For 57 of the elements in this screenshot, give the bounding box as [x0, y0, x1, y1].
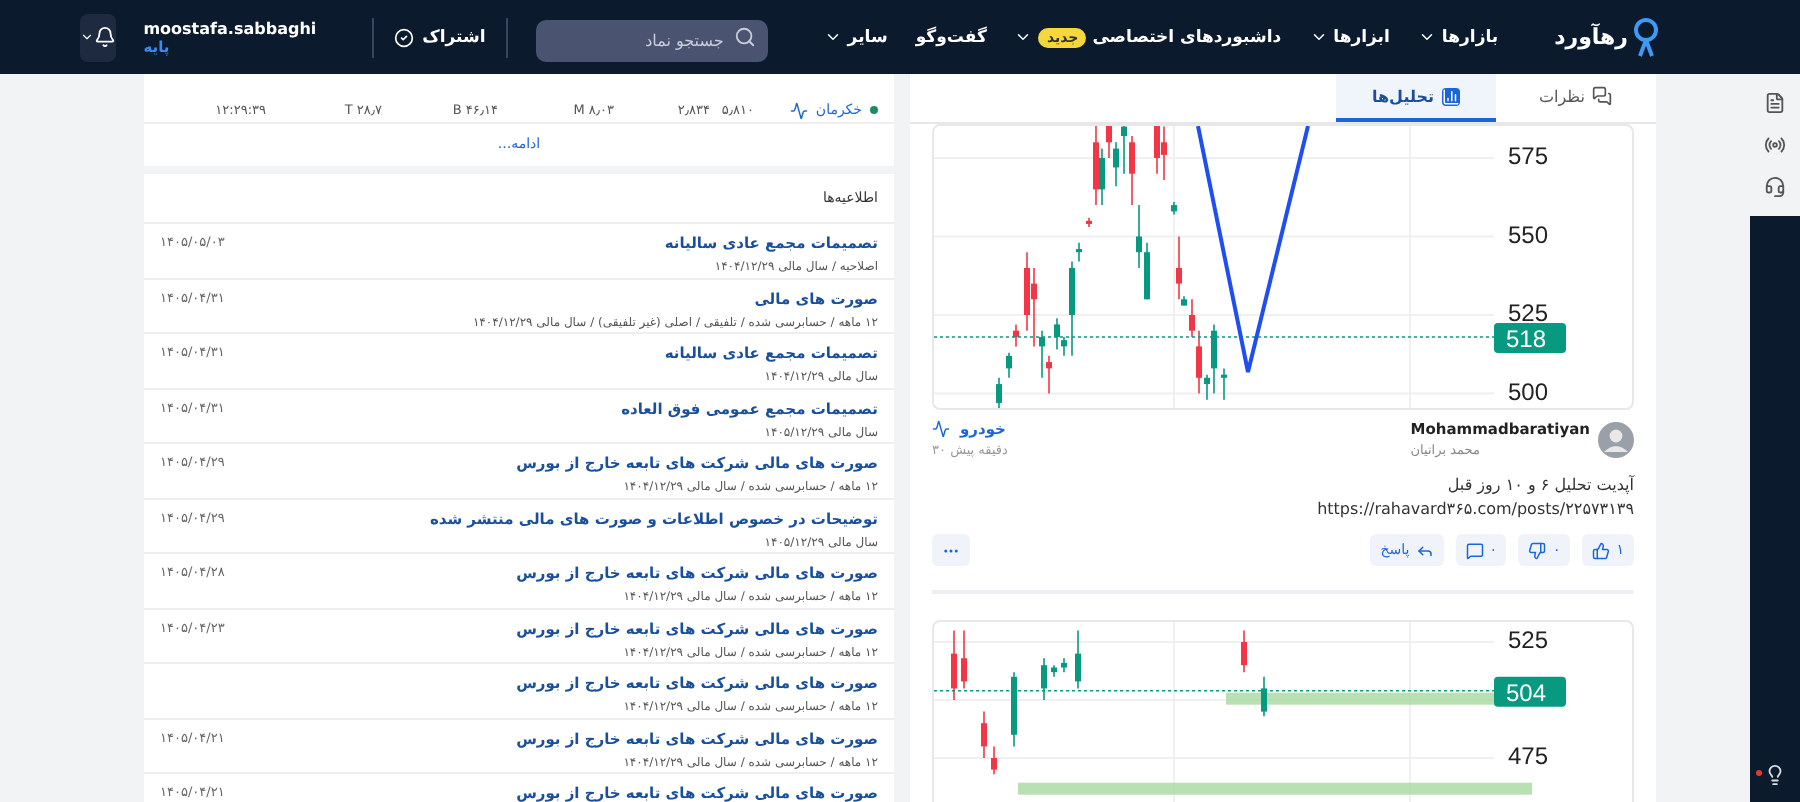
- comment-icon: [1465, 541, 1484, 559]
- document-icon[interactable]: [1764, 92, 1786, 114]
- post-text: آپدیت تحلیل ۶ و ۱۰ روز قبل: [1447, 476, 1634, 494]
- thumbs-up-icon: [1592, 541, 1611, 559]
- candle: [981, 710, 987, 759]
- candle: [1006, 351, 1012, 379]
- price-tick: 475: [1508, 742, 1549, 770]
- candle: [1221, 367, 1227, 401]
- bell-icon: [93, 26, 116, 48]
- broadcast-icon[interactable]: [1764, 134, 1786, 156]
- candle: [996, 377, 1002, 408]
- price-tick: 500: [1508, 377, 1549, 406]
- line-chart-icon: [932, 420, 950, 438]
- candle: [1261, 676, 1267, 718]
- subscription-link[interactable]: اشتراک: [372, 17, 508, 57]
- search-field[interactable]: جستجو نماد: [535, 20, 768, 62]
- price-tick: 550: [1508, 220, 1549, 249]
- search-icon: [733, 26, 756, 48]
- notifications-button[interactable]: [79, 13, 116, 61]
- line-chart-icon: [789, 101, 808, 119]
- last-price-badge: 504: [1494, 676, 1566, 707]
- candle: [1061, 657, 1067, 673]
- price-tick: 575: [1508, 142, 1549, 170]
- nav-menu-item[interactable]: بازارها: [1417, 27, 1499, 47]
- post-text: https://rahavard۳۶۵.com/posts/۲۲۵۷۳۱۳۹: [1317, 500, 1634, 518]
- candle: [1041, 657, 1047, 701]
- thumbs-down-icon: [1528, 541, 1547, 559]
- status-dot: [870, 106, 878, 114]
- candle: [1241, 629, 1247, 673]
- bar-chart-icon: [1442, 87, 1460, 105]
- candle: [991, 745, 997, 776]
- candle: [951, 629, 957, 701]
- tab[interactable]: تحلیل‌ها: [1336, 74, 1496, 122]
- candle: [961, 629, 967, 690]
- check-circle-icon: [394, 27, 415, 47]
- candle: [1171, 201, 1177, 216]
- chevron-icon: [79, 30, 94, 44]
- nav-menu-item[interactable]: ابزارها: [1309, 27, 1390, 47]
- price-tick: 525: [1508, 626, 1549, 654]
- nav-menu-item[interactable]: گفت‌وگو: [915, 27, 987, 47]
- candle: [1075, 629, 1081, 690]
- username: moostafa.sabbaghi: [143, 19, 317, 37]
- logo-text: رهآورد: [1554, 24, 1628, 50]
- nav-menu-item[interactable]: سایر: [823, 27, 888, 47]
- lightbulb-icon[interactable]: [1764, 764, 1786, 786]
- candle: [1086, 216, 1092, 228]
- candle: [1011, 671, 1017, 748]
- headset-icon[interactable]: [1764, 176, 1786, 198]
- chat-bubbles-icon: [1592, 86, 1613, 106]
- candle: [1013, 323, 1019, 348]
- last-price-badge: 518: [1494, 323, 1566, 353]
- logo-icon: [1632, 17, 1660, 57]
- avatar: [1598, 421, 1634, 457]
- candle: [1051, 664, 1057, 678]
- notification-dot: [1756, 770, 1762, 776]
- reply-icon: [1415, 541, 1434, 559]
- price-tick: 525: [1508, 299, 1549, 327]
